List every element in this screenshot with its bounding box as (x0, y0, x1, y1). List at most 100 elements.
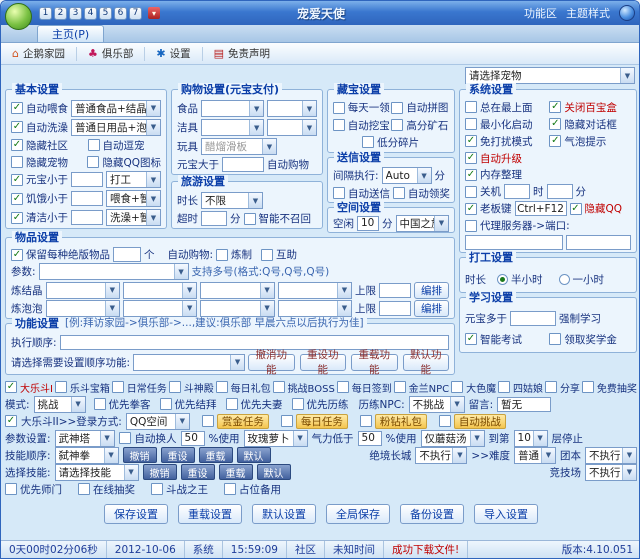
toy-select[interactable]: 醋熘滑板 ▼ (201, 138, 277, 155)
coin-above-input[interactable] (222, 157, 264, 172)
cleaning-select-2[interactable]: ▼ (267, 119, 317, 136)
crystal-limit-input[interactable] (379, 282, 411, 298)
shutdown-minute-input[interactable] (546, 184, 573, 200)
checkbox[interactable] (549, 333, 562, 346)
pet-slot-button[interactable]: 4 (84, 6, 97, 20)
treasure-option[interactable]: 每天一领 (332, 100, 391, 115)
checkbox[interactable] (224, 483, 236, 495)
message-input[interactable]: 暂无 (497, 396, 552, 412)
battle-option[interactable]: 免费抽奖 (581, 380, 637, 395)
work-duration-option[interactable]: 一小时 (558, 272, 604, 287)
pet-slot-button[interactable]: 1 (39, 6, 52, 20)
npc-select[interactable]: 不挑战 ▼ (408, 395, 465, 413)
clean-action-select[interactable]: 洗澡+暂停▼ (106, 209, 161, 227)
crystal-select[interactable]: ▼ (122, 281, 198, 299)
skill-action-button[interactable]: 重设 (160, 447, 195, 463)
settings-button[interactable]: ✱ 设置 (149, 45, 197, 63)
auto-feed-checkbox[interactable] (11, 102, 23, 115)
battle-option[interactable]: 乐斗宝箱 (54, 380, 110, 395)
basic-option[interactable]: 隐藏宠物 (11, 155, 84, 170)
corner-orb-button[interactable] (619, 5, 635, 21)
coin-action-select[interactable]: 打工 ▼ (106, 171, 161, 189)
priority-option[interactable]: 优先结拜 (159, 397, 217, 412)
penguin-home-button[interactable]: ⌂ 企鹅家园 (5, 45, 72, 63)
letter-option[interactable]: 自动领奖 (392, 186, 450, 201)
coin-threshold-input[interactable] (71, 172, 103, 188)
function-action-button[interactable]: 重设功能 (299, 349, 347, 376)
boss-key-input[interactable]: Ctrl+F12 (514, 201, 567, 217)
crystal-arrange-button[interactable]: 编排 (414, 281, 449, 299)
gold-task-option[interactable]: 赏金任务 (201, 413, 269, 429)
system-option[interactable]: 内存整理 (465, 167, 546, 182)
battle-option[interactable]: 每日签到 (336, 380, 392, 395)
checkbox[interactable] (87, 139, 100, 152)
checkbox[interactable] (333, 187, 345, 200)
timeout-input[interactable] (201, 211, 227, 226)
bubble-select[interactable]: ▼ (200, 299, 275, 317)
bubble-select[interactable]: ▼ (45, 299, 120, 317)
pet-slot-button[interactable]: 3 (69, 6, 82, 20)
radio[interactable] (497, 273, 508, 285)
footer-button[interactable]: 重载设置 (178, 504, 242, 524)
bath-item-select[interactable]: 普通日用品+泡泡▼ (71, 118, 161, 136)
bubble-select[interactable]: ▼ (277, 299, 352, 317)
clean-threshold-input[interactable] (71, 210, 103, 226)
battle-option[interactable]: 挑战BOSS (272, 380, 335, 395)
checkbox[interactable] (465, 333, 477, 346)
footer-button[interactable]: 备份设置 (400, 504, 464, 524)
skill-action-button[interactable]: 重设 (180, 464, 215, 480)
auto-swap-checkbox[interactable] (118, 432, 131, 444)
checkbox[interactable] (451, 381, 464, 393)
system-option[interactable]: 免打扰模式 (465, 134, 546, 149)
basic-option[interactable]: 自动逗宠 (87, 138, 162, 153)
checkbox[interactable] (549, 101, 562, 114)
skill-action-button[interactable]: 重载 (198, 447, 233, 463)
study-option[interactable]: 领取奖学金 (549, 332, 630, 347)
checkbox[interactable] (359, 415, 372, 427)
checkbox[interactable] (332, 119, 345, 131)
system-option[interactable]: 最小化启动 (465, 117, 546, 132)
hide-qq-checkbox[interactable] (569, 202, 582, 215)
gold-task-option[interactable]: 粉钻礼包 (359, 413, 427, 429)
pet-slot-button[interactable]: 7 (129, 6, 142, 20)
checkbox[interactable] (391, 101, 404, 114)
difficulty-select[interactable]: 普通 ▼ (514, 446, 556, 464)
battle-option[interactable]: 四姑娘 (498, 380, 543, 395)
checkbox[interactable] (581, 381, 594, 393)
interval-select[interactable]: Auto ▼ (381, 167, 432, 185)
priority-option[interactable]: 优先拳客 (93, 397, 151, 412)
arena-select[interactable]: 不执行 ▼ (585, 463, 637, 481)
function-action-button[interactable]: 默认功能 (402, 349, 449, 376)
boss-key-checkbox[interactable] (465, 202, 477, 215)
wall-select[interactable]: 不执行 ▼ (415, 446, 468, 464)
disclaimer-button[interactable]: ▤ 免责声明 (207, 45, 277, 63)
checkbox[interactable] (5, 483, 17, 495)
checkbox[interactable] (332, 101, 345, 114)
shutdown-hour-input[interactable] (504, 184, 530, 200)
proxy-checkbox[interactable] (465, 219, 477, 232)
checkbox[interactable] (87, 156, 100, 168)
proxy-host-input[interactable] (465, 235, 564, 251)
proxy-port-input[interactable] (566, 235, 631, 251)
hp-item-select[interactable]: 玫瑰萝卜 ▼ (243, 429, 308, 447)
auto-bath-checkbox[interactable] (11, 121, 23, 134)
priority-option[interactable]: 优先夫妻 (225, 397, 283, 412)
keep-count-input[interactable] (113, 247, 141, 263)
skill-action-button[interactable]: 撤销 (142, 464, 177, 480)
footer-button[interactable]: 默认设置 (252, 504, 316, 524)
skill-order-select[interactable]: 弑神拳 ▼ (54, 446, 119, 464)
bubble-arrange-button[interactable]: 编排 (414, 299, 449, 317)
param-select[interactable]: ▼ (38, 263, 189, 281)
skill-action-button[interactable]: 默认 (256, 464, 291, 480)
crystal-select[interactable]: ▼ (45, 281, 120, 299)
raid-select[interactable]: 不执行 ▼ (585, 446, 637, 464)
system-option[interactable]: 气泡提示 (549, 134, 630, 149)
app-logo-icon[interactable] (5, 3, 32, 30)
function-pick-select[interactable]: ▼ (133, 353, 246, 371)
basic-option[interactable]: 隐藏社区 (11, 138, 85, 153)
checkbox[interactable] (201, 415, 214, 427)
work-duration-option[interactable]: 半小时 (497, 272, 543, 287)
checkbox[interactable] (111, 381, 124, 393)
battle-option[interactable]: 大色魔 (451, 380, 496, 395)
checkbox[interactable] (544, 381, 557, 393)
